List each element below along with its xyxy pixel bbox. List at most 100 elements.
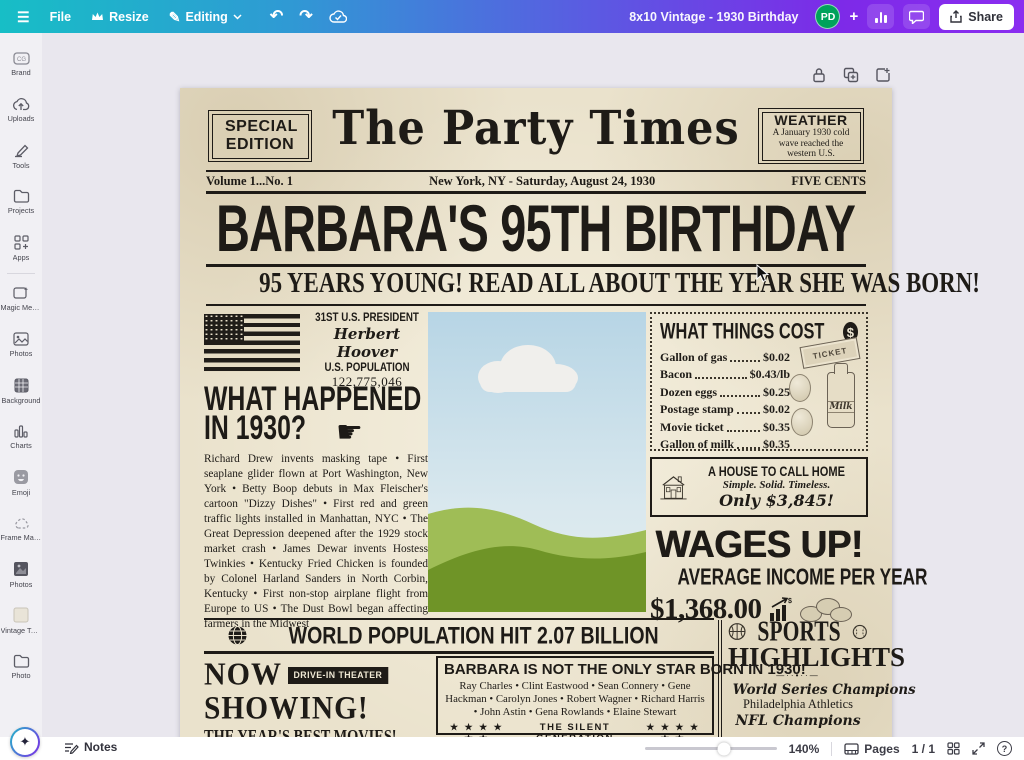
lock-page-button[interactable] [808,64,830,86]
ticket-illustration: TICKET [800,337,861,369]
insights-button[interactable] [867,4,894,29]
notes-label: Notes [84,740,117,754]
weather-box[interactable]: WEATHER A January 1930 cold wave reached… [758,108,864,164]
sidebar-item-uploads[interactable]: Uploads [0,87,42,133]
weather-title: WEATHER [774,112,847,128]
milk-bottle-illustration: Milk [827,372,855,428]
comments-button[interactable] [903,4,930,29]
photos-image-icon [13,332,29,346]
bar-chart-icon [875,11,887,23]
photo-folder-icon [13,654,30,668]
assistant-button[interactable]: ✦ [10,727,40,757]
cost-row: Postage stamp$0.02 [660,400,790,418]
globe-icon [227,625,248,646]
sidebar-item-label: Projects [8,206,34,215]
share-button[interactable]: Share [939,4,1014,30]
sidebar-item-label: Frame Maker [1,533,42,542]
canvas-workspace: SPECIAL EDITION The Party Times WEATHER … [42,33,1024,737]
sidebar-item-emoji[interactable]: Emoji [0,460,42,506]
hamburger-icon: ☰ [17,10,30,24]
redo-button[interactable]: ↷ [292,4,319,30]
sidebar-item-frame-maker[interactable]: Frame Maker [0,506,42,552]
house-box-tagline: Simple. Solid. Timeless. [693,479,860,491]
price-label[interactable]: FIVE CENTS [791,174,866,189]
fullscreen-icon[interactable] [972,742,985,755]
grid-view-icon[interactable] [947,742,960,755]
sidebar-item-label: Background [2,396,41,405]
special-edition-label: SPECIAL EDITION [225,118,295,153]
emoji-smiley-icon [13,469,29,485]
sidebar-item-photos[interactable]: Photos [0,322,42,368]
pencil-icon: ✎ [169,10,181,24]
sidebar-item-apps[interactable]: Apps [0,225,42,271]
subheadline[interactable]: 95 YEARS YOUNG! READ ALL ABOUT THE YEAR … [180,268,892,300]
wages-subtitle[interactable]: AVERAGE INCOME PER YEAR [650,566,868,590]
sidebar-item-magic-media[interactable]: Magic Media [0,276,42,322]
house-ad-box[interactable]: A HOUSE TO CALL HOME Simple. Solid. Time… [650,457,868,517]
sidebar-item-label: Photos [10,580,33,589]
undo-icon: ↶ [270,9,283,25]
what-happened-body[interactable]: Richard Drew invents masking tape • Firs… [204,452,428,632]
stars-box-names: Ray Charles • Clint Eastwood • Sean Conn… [444,680,706,720]
zoom-slider[interactable] [645,747,777,750]
photos-thumbnail-icon [13,561,29,577]
subhead-rule [206,304,866,306]
sidebar-item-background[interactable]: Background [0,368,42,414]
sidebar-item-brand[interactable]: CG Brand [0,41,42,87]
share-label: Share [968,10,1003,24]
sidebar-item-charts[interactable]: Charts [0,414,42,460]
notes-button[interactable]: Notes [64,740,117,754]
redo-icon: ↷ [299,9,312,25]
resize-button[interactable]: Resize [82,4,158,30]
resize-label: Resize [109,10,149,24]
main-menu-button[interactable]: ☰ [8,4,39,30]
dateline-label[interactable]: New York, NY - Saturday, August 24, 1930 [429,174,655,189]
special-edition-box[interactable]: SPECIAL EDITION [208,110,312,162]
undo-button[interactable]: ↶ [263,4,290,30]
sidebar-item-vintage-textures[interactable]: Vintage Tex... [0,598,42,644]
main-headline[interactable]: BARBARA'S 95TH BIRTHDAY [180,194,892,262]
now-word: NOW [204,657,282,693]
editing-mode-button[interactable]: ✎ Editing [160,4,251,30]
duplicate-page-button[interactable] [840,64,862,86]
sidebar-item-projects[interactable]: Projects [0,179,42,225]
top-toolbar: ☰ File Resize ✎ Editing ↶ ↷ 8x10 Vintage… [0,0,1024,33]
newspaper-title[interactable]: The Party Times [310,102,762,156]
landscape-placeholder-image [428,312,646,612]
zoom-level[interactable]: 140% [789,742,820,756]
zoom-slider-handle[interactable] [717,742,730,755]
sports-highlights-block[interactable]: SPORTS HIGHLIGHTS —··•··— World Series C… [728,619,868,728]
save-status-button[interactable] [322,4,354,30]
design-page[interactable]: SPECIAL EDITION The Party Times WEATHER … [180,88,892,737]
sidebar-item-tools[interactable]: Tools [0,133,42,179]
help-button[interactable]: ? [997,741,1012,756]
cost-row: Movie ticket$0.35 [660,417,790,435]
sidebar-item-label: Photos [10,349,33,358]
sidebar-item-label: Charts [10,441,32,450]
uploads-cloud-icon [12,97,30,111]
stars-born-box[interactable]: BARBARA IS NOT THE ONLY STAR BORN IN 193… [436,656,714,735]
best-movies-label: THE YEAR'S BEST MOVIES! [204,726,397,737]
wages-title[interactable]: WAGES UP! [650,524,868,567]
us-flag-illustration[interactable] [204,314,300,372]
pages-button[interactable]: Pages [844,742,899,756]
add-page-button[interactable] [872,64,894,86]
add-member-button[interactable]: + [849,8,858,25]
sidebar-item-photo-folder[interactable]: Photo [0,644,42,690]
photo-frame-placeholder[interactable] [428,312,646,612]
file-menu-button[interactable]: File [41,4,81,30]
pages-icon [844,743,859,755]
now-showing-block[interactable]: NOW DRIVE-IN THEATER SHOWING! THE YEAR'S… [204,658,432,737]
population-banner[interactable]: WORLD POPULATION HIT 2.07 BILLION [204,618,714,654]
what-things-cost-box[interactable]: WHAT THINGS COST $ Gallon of gas$0.02 Ba… [650,312,868,451]
president-label: 31ST U.S. PRESIDENT [315,312,419,324]
sidebar-item-photos-app[interactable]: Photos [0,552,42,598]
avatar[interactable]: PD [815,4,840,29]
document-title[interactable]: 8x10 Vintage - 1930 Birthday [629,10,798,24]
vintage-texture-icon [13,607,29,623]
pages-label: Pages [864,742,899,756]
volume-label[interactable]: Volume 1...No. 1 [206,174,293,189]
population-label: U.S. POPULATION [324,362,409,374]
drive-in-theater-tag: DRIVE-IN THEATER [288,667,388,684]
subheadline-text: 95 YEARS YOUNG! READ ALL ABOUT THE YEAR … [259,268,980,300]
